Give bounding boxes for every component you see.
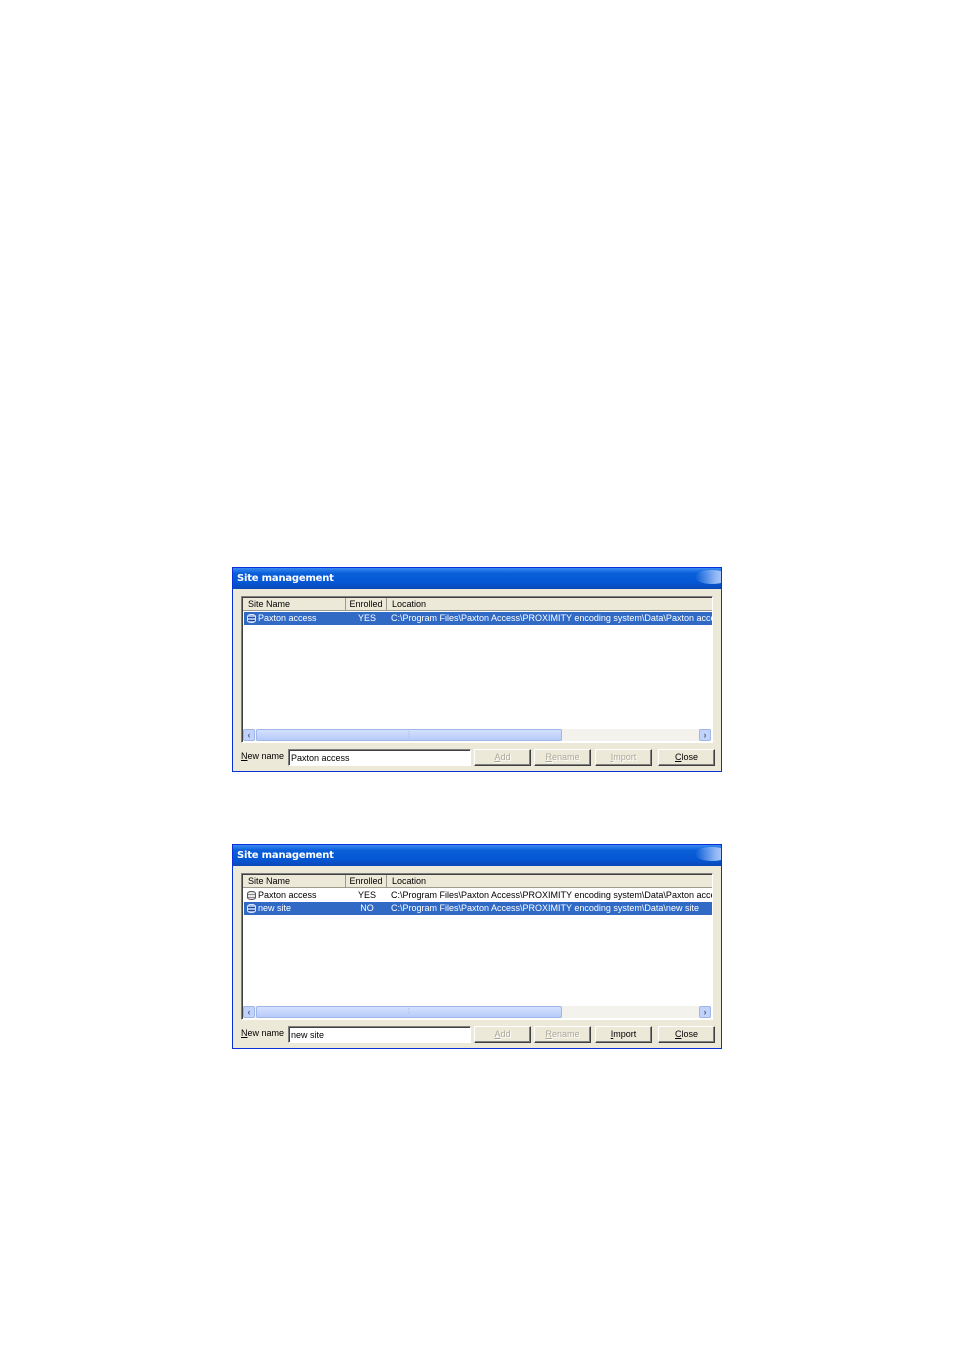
- database-icon: [247, 904, 256, 913]
- list-header: Site Name Enrolled Location: [243, 875, 712, 888]
- enrolled-cell: YES: [357, 613, 376, 623]
- enrolled-cell: NO: [360, 903, 374, 913]
- location-cell: C:\Program Files\Paxton Access\PROXIMITY…: [391, 890, 713, 900]
- add-button[interactable]: Add: [474, 1026, 531, 1043]
- scroll-left-button[interactable]: ‹: [243, 729, 255, 741]
- location-cell: C:\Program Files\Paxton Access\PROXIMITY…: [391, 903, 699, 913]
- chevron-left-icon: ‹: [247, 730, 251, 740]
- rename-button[interactable]: Rename: [534, 749, 591, 766]
- title-bar-decoration: [695, 570, 721, 584]
- horizontal-scrollbar[interactable]: ‹ ⋮ ›: [243, 729, 711, 741]
- close-button[interactable]: Close: [658, 1026, 715, 1043]
- close-label-rest: lose: [681, 1029, 698, 1039]
- list-item[interactable]: new site NO C:\Program Files\Paxton Acce…: [244, 902, 712, 915]
- enrolled-cell: YES: [357, 890, 376, 900]
- dialog-title: Site management: [237, 850, 334, 861]
- grip-icon: ⋮: [405, 731, 413, 738]
- chevron-left-icon: ‹: [247, 1007, 251, 1017]
- column-header-enrolled[interactable]: Enrolled: [346, 598, 387, 611]
- sites-list[interactable]: Site Name Enrolled Location Paxton acces…: [241, 873, 713, 1020]
- sites-list[interactable]: Site Name Enrolled Location Paxton acces…: [241, 596, 713, 743]
- add-label-rest: dd: [500, 1029, 511, 1039]
- database-icon: [247, 614, 256, 623]
- scrollbar-thumb[interactable]: ⋮: [256, 729, 562, 741]
- dialog-title: Site management: [237, 573, 334, 584]
- scroll-right-button[interactable]: ›: [699, 729, 711, 741]
- new-name-label: New name: [241, 1028, 284, 1039]
- rename-label-rest: ename: [551, 752, 580, 762]
- add-button[interactable]: Add: [474, 749, 531, 766]
- site-name-cell: new site: [258, 903, 292, 913]
- import-button[interactable]: Import: [595, 749, 652, 766]
- import-label-rest: mport: [613, 1029, 637, 1039]
- title-bar-decoration: [695, 847, 721, 861]
- column-header-location[interactable]: Location: [387, 875, 712, 888]
- import-label-rest: mport: [613, 752, 637, 762]
- site-name-cell: Paxton access: [258, 613, 317, 623]
- list-item[interactable]: Paxton access YES C:\Program Files\Paxto…: [244, 889, 712, 902]
- add-label-rest: dd: [500, 752, 511, 762]
- new-name-label: New name: [241, 751, 284, 762]
- scroll-right-button[interactable]: ›: [699, 1006, 711, 1018]
- import-button[interactable]: Import: [595, 1026, 652, 1043]
- database-icon: [247, 891, 256, 900]
- scrollbar-thumb[interactable]: ⋮: [256, 1006, 562, 1018]
- close-button[interactable]: Close: [658, 749, 715, 766]
- site-management-dialog: Site management Site Name Enrolled Locat…: [232, 844, 722, 1049]
- chevron-right-icon: ›: [703, 1007, 707, 1017]
- column-header-enrolled[interactable]: Enrolled: [346, 875, 387, 888]
- new-name-input[interactable]: [288, 749, 471, 766]
- chevron-right-icon: ›: [703, 730, 707, 740]
- grip-icon: ⋮: [405, 1008, 413, 1015]
- column-header-site-name[interactable]: Site Name: [243, 598, 346, 611]
- site-management-dialog: Site management Site Name Enrolled Locat…: [232, 567, 722, 772]
- list-header: Site Name Enrolled Location: [243, 598, 712, 611]
- location-cell: C:\Program Files\Paxton Access\PROXIMITY…: [391, 613, 713, 623]
- horizontal-scrollbar[interactable]: ‹ ⋮ ›: [243, 1006, 711, 1018]
- scroll-left-button[interactable]: ‹: [243, 1006, 255, 1018]
- title-bar[interactable]: Site management: [233, 845, 721, 866]
- list-item[interactable]: Paxton access YES C:\Program Files\Paxto…: [244, 612, 712, 625]
- new-name-label-rest: ew name: [247, 1028, 285, 1038]
- column-header-location[interactable]: Location: [387, 598, 712, 611]
- column-header-site-name[interactable]: Site Name: [243, 875, 346, 888]
- new-name-label-rest: ew name: [247, 751, 285, 761]
- close-label-rest: lose: [681, 752, 698, 762]
- rename-label-rest: ename: [551, 1029, 580, 1039]
- title-bar[interactable]: Site management: [233, 568, 721, 589]
- site-name-cell: Paxton access: [258, 890, 317, 900]
- new-name-input[interactable]: [288, 1026, 471, 1043]
- rename-button[interactable]: Rename: [534, 1026, 591, 1043]
